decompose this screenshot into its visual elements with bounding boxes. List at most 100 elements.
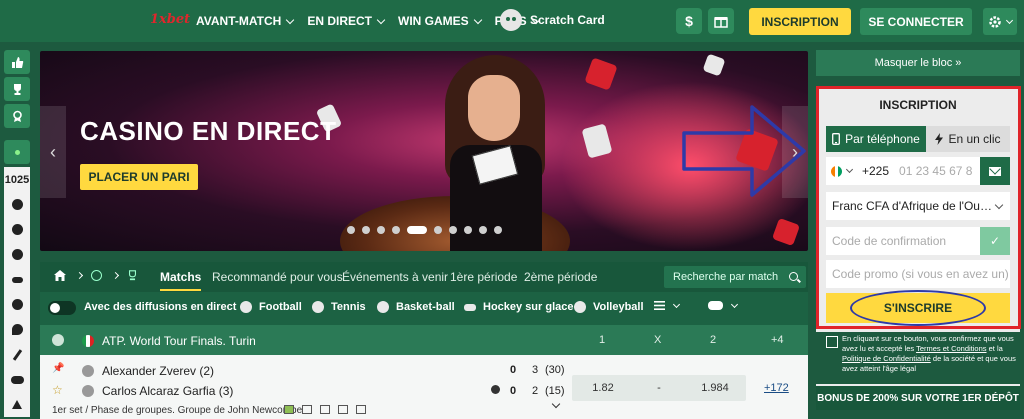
hide-block-button[interactable]: Masquer le bloc » (816, 50, 1020, 76)
col-draw: X (654, 334, 662, 346)
live-stream-toggle[interactable] (48, 301, 76, 315)
left-rail: 1025 (4, 50, 30, 419)
filter-tennis[interactable]: Tennis (312, 301, 366, 313)
league-header[interactable]: ATP. World Tour Finals. Turin 1 X 2 +4 (40, 325, 808, 355)
rail-trophy-button[interactable] (4, 77, 30, 101)
grid-icon[interactable] (338, 405, 348, 414)
rail-spacer (4, 131, 30, 137)
terms-link[interactable]: Termes et Conditions (916, 344, 986, 353)
pagination-dot[interactable] (377, 226, 385, 234)
chevron-down-icon (672, 300, 681, 308)
filter-volleyball[interactable]: Volleyball (574, 301, 644, 313)
nav-scratch-card[interactable]: Scratch Card (500, 9, 605, 31)
rail-soccer[interactable] (4, 192, 30, 217)
privacy-link[interactable]: Politique de Confidentialité (842, 354, 931, 363)
odd-away[interactable]: 1.984 (684, 375, 746, 401)
soccer-ball-icon (11, 199, 23, 210)
deposit-button[interactable]: $ (676, 8, 702, 34)
banner-prev-button[interactable]: ‹ (40, 106, 66, 198)
tab-upcoming[interactable]: Événements à venir (342, 270, 448, 284)
pagination-dot[interactable] (407, 226, 427, 234)
place-bet-button[interactable]: PLACER UN PARI (80, 164, 198, 190)
rail-volleyball[interactable] (4, 292, 30, 317)
pagination-dot[interactable] (434, 226, 442, 234)
field-icon[interactable] (284, 405, 294, 414)
scratch-card-icon (500, 9, 522, 31)
search-icon[interactable] (789, 272, 798, 281)
filter-more-sports[interactable] (654, 300, 681, 310)
gear-icon (989, 15, 1001, 28)
nav-win-games[interactable]: WIN GAMES (398, 14, 482, 28)
bar-chart-icon[interactable] (320, 405, 330, 414)
pagination-dot[interactable] (464, 226, 472, 234)
tab-second-period[interactable]: 2ème période (524, 270, 597, 284)
expand-chevron-icon[interactable] (551, 399, 561, 409)
odd-draw[interactable]: - (628, 375, 690, 401)
rail-cricket[interactable] (4, 342, 30, 367)
tab-first-period[interactable]: 1ère période (450, 270, 517, 284)
more-markets-link[interactable]: +172 (764, 382, 789, 394)
promo-banner[interactable]: ‹ › CASINO EN DIRECT PLACER UN PARI (40, 51, 808, 251)
face-shape (468, 75, 520, 141)
pagination-dot[interactable] (479, 226, 487, 234)
register-button[interactable]: INSCRIPTION (749, 8, 851, 35)
chevron-down-icon (376, 15, 386, 24)
nav-avant-match[interactable]: AVANT-MATCH (196, 14, 295, 28)
tennis-ball-icon (11, 224, 23, 235)
avatar (82, 365, 94, 377)
pagination-dot[interactable] (494, 226, 502, 234)
rail-live-button[interactable] (4, 140, 30, 164)
rail-favorites-button[interactable] (4, 50, 30, 74)
sport-filters: Avec des diffusions en direct Football T… (40, 292, 808, 322)
nav-en-direct[interactable]: EN DIRECT (307, 14, 386, 28)
pagination-dot[interactable] (347, 226, 355, 234)
league-name: ATP. World Tour Finals. Turin (102, 334, 256, 348)
filter-esports[interactable] (708, 300, 739, 310)
rail-hockey[interactable] (4, 267, 30, 292)
rail-basketball[interactable] (4, 242, 30, 267)
tab-matchs[interactable]: Matchs (160, 270, 202, 291)
rail-tennis[interactable] (4, 217, 30, 242)
tennis-ball-icon (52, 334, 64, 346)
pagination-dot[interactable] (362, 226, 370, 234)
matches-panel: Matchs Recommandé pour vous Événements à… (40, 262, 808, 419)
rail-table-tennis[interactable] (4, 317, 30, 342)
gift-icon (714, 17, 728, 28)
pagination-dot[interactable] (449, 226, 457, 234)
match-row[interactable]: 📌 ☆ Alexander Zverev (2) Carlos Alcaraz … (40, 355, 808, 419)
rail-award-button[interactable] (4, 104, 30, 128)
pagination-dot[interactable] (392, 226, 400, 234)
terms-mid: et la (986, 344, 1003, 353)
soccer-ball-icon[interactable] (91, 270, 102, 281)
bonus-banner[interactable]: BONUS DE 200% SUR VOTRE 1ER DÉPÔT (816, 386, 1020, 410)
star-icon[interactable]: ☆ (52, 383, 63, 397)
site-logo[interactable]: 1xbet (150, 12, 190, 27)
tab-recommended[interactable]: Recommandé pour vous (212, 270, 343, 284)
col-home: 1 (599, 334, 606, 346)
stats-icon[interactable] (302, 405, 312, 414)
home-icon[interactable] (54, 270, 66, 281)
odd-home[interactable]: 1.82 (572, 375, 634, 401)
basketball-icon (377, 301, 389, 313)
terms-checkbox[interactable] (826, 336, 838, 348)
nav-label: AVANT-MATCH (196, 14, 282, 28)
rail-esports[interactable] (4, 367, 30, 392)
match-search-input[interactable]: Recherche par match (664, 266, 806, 288)
filter-hockey[interactable]: Hockey sur glace (464, 301, 574, 313)
trophy-icon[interactable] (127, 270, 138, 281)
live-stream-label: Avec des diffusions en direct (84, 301, 236, 313)
gift-button[interactable] (708, 8, 734, 34)
search-placeholder: Recherche par match (673, 271, 779, 283)
settings-button[interactable] (983, 8, 1017, 35)
soccer-ball-icon (240, 301, 252, 313)
filter-football[interactable]: Football (240, 301, 302, 313)
filter-basketball[interactable]: Basket-ball (377, 301, 455, 313)
filter-label: Tennis (331, 301, 366, 313)
hockey-puck-icon (464, 303, 476, 311)
login-button[interactable]: SE CONNECTER (860, 8, 972, 35)
scratch-label: Scratch Card (530, 13, 605, 27)
pin-icon[interactable]: 📌 (52, 363, 64, 374)
rail-more-sport[interactable] (4, 392, 30, 417)
tree-icon[interactable] (356, 405, 366, 414)
chevron-down-icon (286, 15, 295, 24)
